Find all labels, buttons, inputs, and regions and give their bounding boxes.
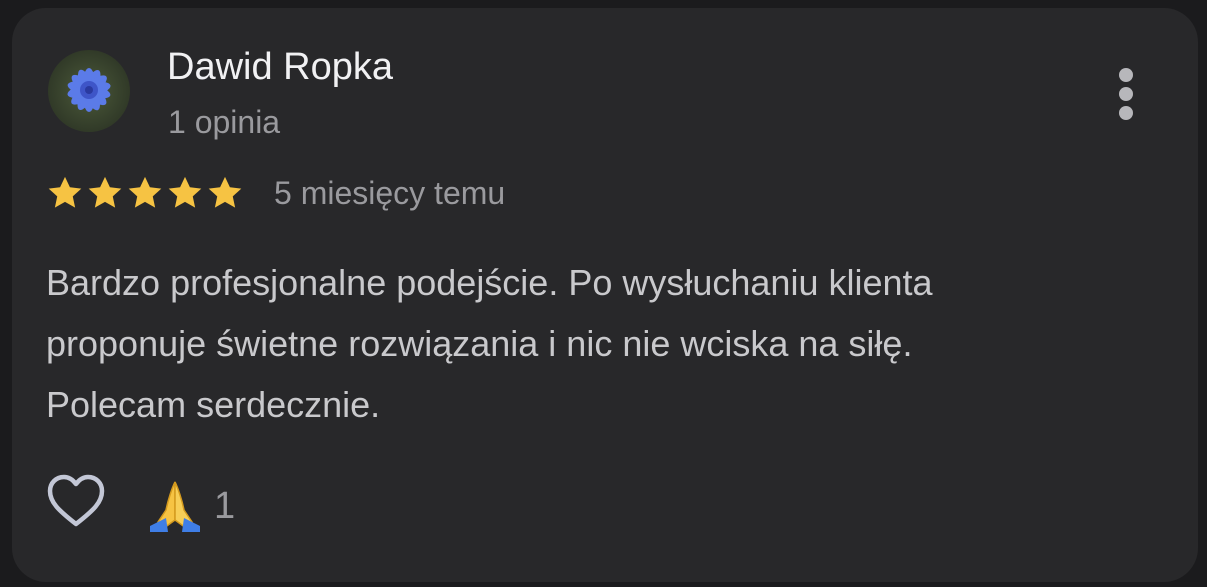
review-date: 5 miesięcy temu bbox=[274, 175, 506, 211]
more-vertical-icon bbox=[1119, 68, 1133, 82]
star-icon bbox=[86, 174, 124, 212]
like-button[interactable] bbox=[44, 470, 108, 534]
reaction-chip[interactable]: 1 bbox=[146, 478, 235, 534]
review-text-line: Polecam serdecznie. bbox=[46, 384, 381, 425]
more-options-button[interactable] bbox=[1106, 64, 1146, 124]
reaction-count: 1 bbox=[214, 484, 236, 527]
author-name[interactable]: Dawid Ropka bbox=[167, 46, 393, 89]
star-icon bbox=[166, 174, 204, 212]
review-text-line: Bardzo profesjonalne podejście. Po wysłu… bbox=[46, 262, 933, 303]
more-vertical-icon-dot bbox=[1119, 106, 1133, 120]
star-icon bbox=[126, 174, 164, 212]
star-rating bbox=[46, 174, 244, 212]
folded-hands-icon bbox=[146, 478, 204, 534]
author-review-count[interactable]: 1 opinia bbox=[168, 104, 280, 141]
star-icon bbox=[46, 174, 84, 212]
chicory-flower-avatar-icon bbox=[48, 50, 130, 132]
review-text-line: proponuje świetne rozwiązania i nic nie … bbox=[46, 323, 913, 364]
review-text: Bardzo profesjonalne podejście. Po wysłu… bbox=[46, 252, 1166, 435]
star-icon bbox=[206, 174, 244, 212]
more-vertical-icon-dot bbox=[1119, 87, 1133, 101]
review-card: Dawid Ropka 1 opinia 5 miesięcy temu Bar… bbox=[12, 8, 1198, 582]
author-avatar[interactable] bbox=[48, 50, 130, 132]
heart-outline-icon bbox=[47, 474, 105, 527]
